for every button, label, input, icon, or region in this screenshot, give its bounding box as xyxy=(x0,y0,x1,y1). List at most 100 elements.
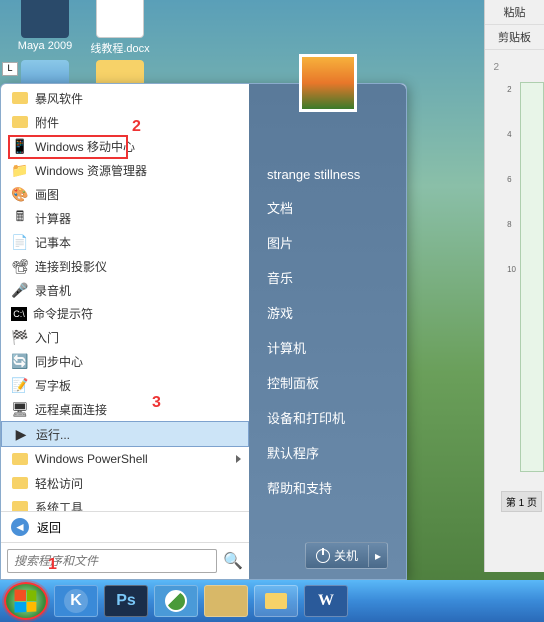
shutdown-button[interactable]: 关机 ▸ xyxy=(305,542,388,569)
ruler-num: 2 xyxy=(493,62,499,73)
folder-powershell[interactable]: Windows PowerShell xyxy=(1,447,249,471)
maya-icon xyxy=(21,0,69,38)
folder-icon xyxy=(11,498,29,511)
start-menu: 暴风软件 附件 📱 Windows 移动中心 📁 Windows 资源管理器 🎨画图… xyxy=(0,83,407,580)
tab-marker[interactable]: L xyxy=(2,62,18,76)
programs-list[interactable]: 暴风软件 附件 📱 Windows 移动中心 📁 Windows 资源管理器 🎨画图… xyxy=(1,84,249,511)
documents-link[interactable]: 文档 xyxy=(249,190,406,225)
program-recorder[interactable]: 🎤录音机 xyxy=(1,278,249,302)
taskbar-app-sogou[interactable] xyxy=(154,585,198,617)
taskbar: K Ps W xyxy=(0,580,544,622)
folder-icon xyxy=(11,474,29,492)
getstarted-icon: 🏁 xyxy=(11,328,29,346)
back-arrow-icon: ◄ xyxy=(11,518,29,536)
item-label: 记事本 xyxy=(35,234,71,251)
clipboard-label[interactable]: 剪贴板 xyxy=(485,25,544,50)
rdp-icon: 🖥 xyxy=(11,400,29,418)
vertical-ruler: 2 4 6 8 10 xyxy=(507,85,516,310)
item-label: 远程桌面连接 xyxy=(35,401,107,418)
item-label: 同步中心 xyxy=(35,353,83,370)
user-avatar[interactable] xyxy=(299,54,357,112)
program-run[interactable]: ▶ 运行... xyxy=(1,421,249,447)
program-notepad[interactable]: 📄 记事本 xyxy=(1,230,249,254)
item-label: 写字板 xyxy=(35,377,71,394)
devices-printers-link[interactable]: 设备和打印机 xyxy=(249,400,406,435)
cmd-icon: C:\ xyxy=(11,307,27,321)
search-input[interactable] xyxy=(7,549,217,573)
program-sync[interactable]: 🔄 同步中心 xyxy=(1,349,249,373)
folder-accessories[interactable]: 附件 xyxy=(1,110,249,134)
program-paint[interactable]: 🎨画图 xyxy=(1,182,249,206)
paste-button[interactable]: 粘贴 xyxy=(485,0,544,25)
item-label: 命令提示符 xyxy=(33,305,93,322)
taskbar-app-photoshop[interactable]: Ps xyxy=(104,585,148,617)
search-icon[interactable]: 🔍 xyxy=(223,551,243,571)
folder-icon xyxy=(11,89,29,107)
folder-baofeng[interactable]: 暴风软件 xyxy=(1,86,249,110)
program-rdp[interactable]: 🖥 远程桌面连接 xyxy=(1,397,249,421)
username-item[interactable]: strange stillness xyxy=(249,159,406,190)
start-menu-right-panel: strange stillness 文档 图片 音乐 游戏 计算机 控制面板 设… xyxy=(249,84,406,579)
music-link[interactable]: 音乐 xyxy=(249,260,406,295)
desktop-icon-docx[interactable]: 线教程.docx xyxy=(85,0,155,56)
pictures-link[interactable]: 图片 xyxy=(249,225,406,260)
start-button[interactable] xyxy=(4,582,48,620)
program-wordpad[interactable]: 📝 写字板 xyxy=(1,373,249,397)
taskbar-app-word[interactable]: W xyxy=(304,585,348,617)
item-label: Windows PowerShell xyxy=(35,452,148,466)
item-label: Windows 移动中心 xyxy=(35,138,135,155)
program-mobility-center[interactable]: 📱 Windows 移动中心 xyxy=(1,134,249,158)
desktop-icon-maya[interactable]: Maya 2009 xyxy=(10,0,80,52)
item-label: 画图 xyxy=(35,186,59,203)
start-menu-left-panel: 暴风软件 附件 📱 Windows 移动中心 📁 Windows 资源管理器 🎨画图… xyxy=(1,84,249,579)
taskbar-app-image[interactable] xyxy=(204,585,248,617)
item-label: 轻松访问 xyxy=(35,475,83,492)
calc-icon: 🖩 xyxy=(11,209,29,227)
projector-icon: 📽 xyxy=(11,257,29,275)
run-icon: ▶ xyxy=(12,425,30,443)
item-label: Windows 资源管理器 xyxy=(35,162,147,179)
page-indicator: 第 1 页 xyxy=(501,491,542,512)
back-button[interactable]: ◄ 返回 xyxy=(1,511,249,542)
notepad-icon: 📄 xyxy=(11,233,29,251)
explorer-icon: 📁 xyxy=(11,161,29,179)
power-icon xyxy=(316,549,330,563)
desktop-icon-label: Maya 2009 xyxy=(18,40,72,52)
recorder-icon: 🎤 xyxy=(11,281,29,299)
computer-link[interactable]: 计算机 xyxy=(249,330,406,365)
annotation-label-3: 3 xyxy=(152,394,161,412)
help-support-link[interactable]: 帮助和支持 xyxy=(249,470,406,505)
desktop-icon-label: 线教程.docx xyxy=(90,43,149,55)
shutdown-label: 关机 xyxy=(334,547,358,564)
document-area[interactable] xyxy=(520,82,544,472)
avatar-image xyxy=(302,57,354,109)
item-label: 运行... xyxy=(36,426,70,443)
shutdown-options-arrow[interactable]: ▸ xyxy=(368,545,387,567)
item-label: 系统工具 xyxy=(35,499,83,512)
program-projector[interactable]: 📽 连接到投影仪 xyxy=(1,254,249,278)
folder-icon xyxy=(11,113,29,131)
taskbar-app-k[interactable]: K xyxy=(54,585,98,617)
folder-system-tools[interactable]: 系统工具 xyxy=(1,495,249,511)
word-doc-icon xyxy=(96,0,144,38)
folder-ease-of-access[interactable]: 轻松访问 xyxy=(1,471,249,495)
search-row: 🔍 xyxy=(1,542,249,579)
wordpad-icon: 📝 xyxy=(11,376,29,394)
taskbar-app-explorer[interactable] xyxy=(254,585,298,617)
program-explorer[interactable]: 📁 Windows 资源管理器 xyxy=(1,158,249,182)
item-label: 附件 xyxy=(35,114,59,131)
folder-icon xyxy=(11,450,29,468)
program-getstarted[interactable]: 🏁入门 xyxy=(1,325,249,349)
games-link[interactable]: 游戏 xyxy=(249,295,406,330)
sync-icon: 🔄 xyxy=(11,352,29,370)
back-label: 返回 xyxy=(37,519,61,536)
control-panel-link[interactable]: 控制面板 xyxy=(249,365,406,400)
annotation-label-1: 1 xyxy=(48,556,57,574)
item-label: 连接到投影仪 xyxy=(35,258,107,275)
windows-logo-icon xyxy=(15,589,37,612)
annotation-label-2: 2 xyxy=(132,118,141,136)
program-calculator[interactable]: 🖩计算器 xyxy=(1,206,249,230)
program-cmd[interactable]: C:\ 命令提示符 xyxy=(1,302,249,325)
mobility-icon: 📱 xyxy=(11,137,29,155)
default-programs-link[interactable]: 默认程序 xyxy=(249,435,406,470)
